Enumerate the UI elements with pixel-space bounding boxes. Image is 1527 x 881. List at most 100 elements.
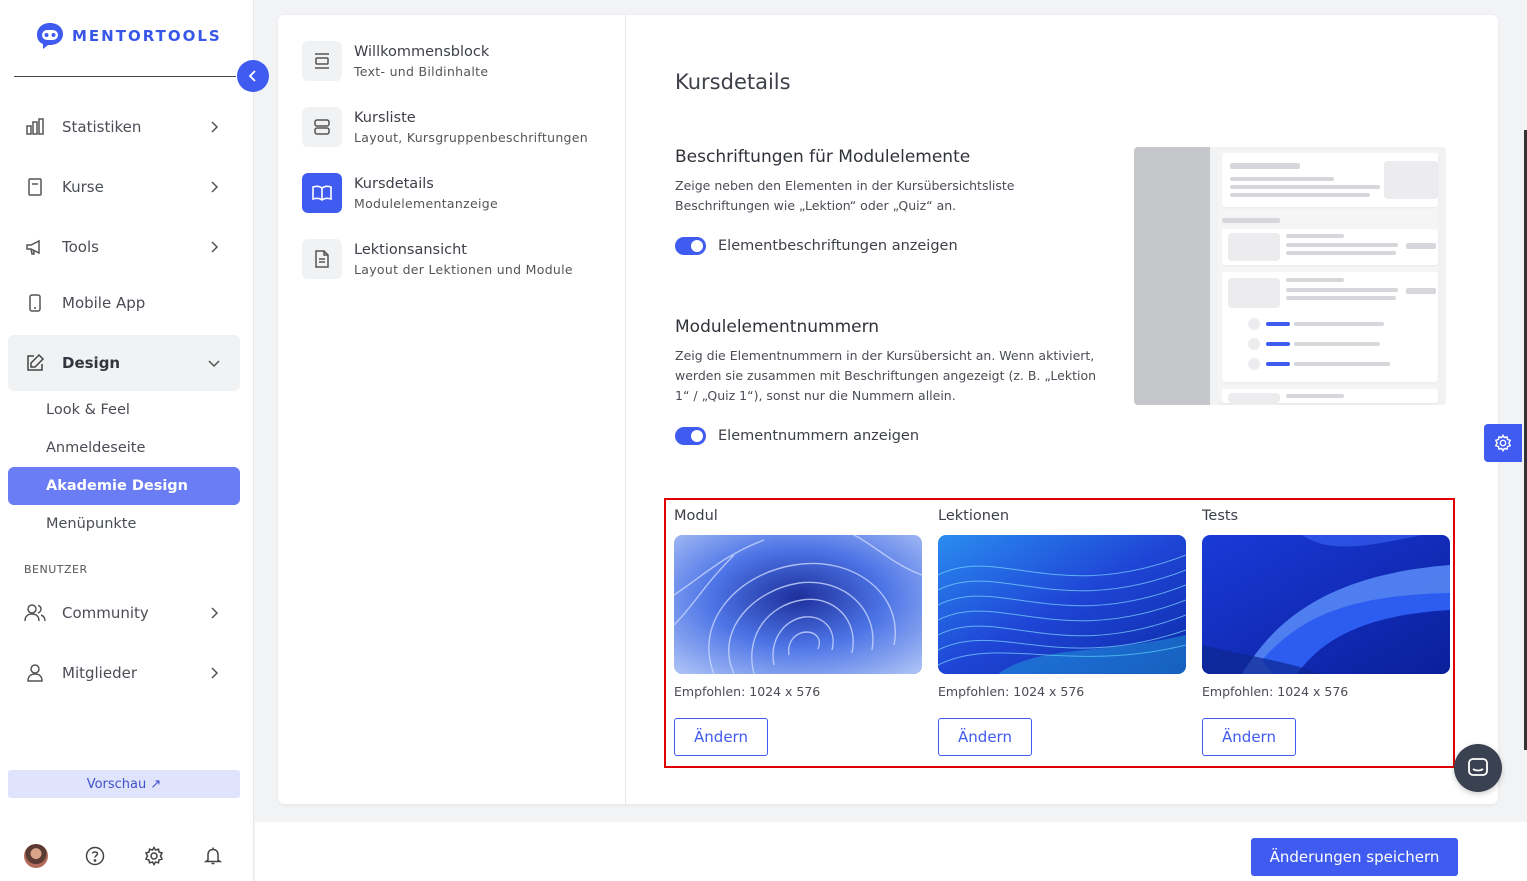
- settings-nav: Willkommensblock Text- und Bildinhalte K…: [278, 15, 626, 804]
- settings-nav-subtitle: Layout, Kursgruppenbeschriftungen: [354, 129, 588, 145]
- gear-icon[interactable]: [142, 844, 166, 868]
- open-book-icon: [302, 173, 342, 213]
- logo[interactable]: MENTORTOOLS: [34, 20, 222, 52]
- avatar-image: [24, 844, 48, 868]
- toggle-label: Elementbeschriftungen anzeigen: [718, 238, 958, 254]
- labels-toggle[interactable]: Elementbeschriftungen anzeigen: [675, 237, 958, 255]
- sidebar-item-community[interactable]: Community: [8, 585, 240, 641]
- footer-bar: Änderungen speichern: [255, 822, 1527, 881]
- recommended-size: Empfohlen: 1024 x 576: [674, 684, 821, 699]
- sidebar-item-label: Tools: [62, 238, 99, 256]
- settings-nav-text: Willkommensblock Text- und Bildinhalte: [354, 44, 489, 79]
- users-icon: [24, 602, 46, 624]
- divider: [14, 76, 236, 77]
- image-slot-label: Lektionen: [938, 508, 1010, 524]
- change-modul-image-button[interactable]: Ändern: [674, 718, 768, 756]
- sidebar-item-label: Mobile App: [62, 294, 146, 312]
- settings-nav-subtitle: Text- und Bildinhalte: [354, 63, 489, 79]
- cover-images-section: Modul Empfohlen: 1024 x 576 Ändern Lekti…: [664, 498, 1455, 768]
- settings-nav-title: Willkommensblock: [354, 43, 490, 60]
- user-icon: [24, 662, 46, 684]
- sidebar-item-label: Mitglieder: [62, 664, 137, 682]
- recommended-size: Empfohlen: 1024 x 576: [1202, 684, 1349, 699]
- sidebar-subitem-look-feel[interactable]: Look & Feel: [8, 391, 240, 429]
- sidebar-item-label: Community: [62, 604, 149, 622]
- modul-cover-image: [674, 535, 922, 674]
- help-icon[interactable]: [83, 844, 107, 868]
- sidebar-footer: [24, 844, 260, 868]
- chevron-right-icon: [211, 241, 219, 253]
- sidebar-subitem-menuepunkte[interactable]: Menüpunkte: [8, 505, 240, 543]
- lektionen-cover-image: [938, 535, 1186, 674]
- recommended-size: Empfohlen: 1024 x 576: [938, 684, 1085, 699]
- change-lektionen-image-button[interactable]: Ändern: [938, 718, 1032, 756]
- phone-icon: [24, 292, 46, 314]
- list-layout-icon: [302, 107, 342, 147]
- layout-block-icon: [302, 41, 342, 81]
- chevron-left-icon: [248, 70, 256, 82]
- edit-icon: [24, 352, 46, 374]
- illustration-header-card: [1222, 153, 1438, 207]
- bar-chart-icon: [24, 116, 46, 138]
- labels-heading: Beschriftungen für Modulelemente: [675, 147, 971, 167]
- toggle-switch[interactable]: [675, 237, 706, 255]
- page-title: Kursdetails: [675, 70, 791, 94]
- sidebar-item-design[interactable]: Design: [8, 335, 240, 391]
- sidebar-subitem-akademie-design[interactable]: Akademie Design: [8, 467, 240, 505]
- document-icon: [302, 239, 342, 279]
- collapse-sidebar-button[interactable]: [237, 60, 269, 92]
- sidebar-item-tools[interactable]: Tools: [8, 219, 240, 275]
- save-changes-button[interactable]: Änderungen speichern: [1251, 838, 1458, 876]
- robot-logo-icon: [37, 23, 63, 49]
- avatar[interactable]: [24, 844, 48, 868]
- image-slot-label: Tests: [1202, 508, 1239, 524]
- numbers-heading: Modulelementnummern: [675, 317, 880, 337]
- sidebar: MENTORTOOLS Statistiken Kurse Tools Mobi…: [0, 0, 254, 881]
- settings-nav-text: Lektionsansicht Layout der Lektionen und…: [354, 242, 573, 277]
- chat-launcher-button[interactable]: [1454, 744, 1502, 792]
- chevron-right-icon: [211, 181, 219, 193]
- settings-nav-subtitle: Modulelementanzeige: [354, 195, 498, 211]
- illustration-bottom-card: [1222, 389, 1438, 403]
- settings-nav-text: Kursliste Layout, Kursgruppenbeschriftun…: [354, 110, 588, 145]
- sidebar-item-kurse[interactable]: Kurse: [8, 159, 240, 215]
- settings-nav-kursliste[interactable]: Kursliste Layout, Kursgruppenbeschriftun…: [302, 101, 612, 153]
- tests-cover-image: [1202, 535, 1450, 674]
- sidebar-item-mitglieder[interactable]: Mitglieder: [8, 645, 240, 701]
- settings-nav-subtitle: Layout der Lektionen und Module: [354, 261, 573, 277]
- chevron-down-icon: [208, 360, 220, 368]
- chevron-right-icon: [211, 121, 219, 133]
- illustration-row-card: [1222, 229, 1438, 265]
- settings-nav-text: Kursdetails Modulelementanzeige: [354, 176, 498, 211]
- settings-nav-lektionsansicht[interactable]: Lektionsansicht Layout der Lektionen und…: [302, 233, 612, 285]
- settings-nav-kursdetails[interactable]: Kursdetails Modulelementanzeige: [302, 167, 612, 219]
- content-panel: Kursdetails Beschriftungen für Modulelem…: [626, 15, 1498, 804]
- course-details-preview-illustration: [1134, 147, 1446, 405]
- settings-nav-willkommensblock[interactable]: Willkommensblock Text- und Bildinhalte: [302, 35, 612, 87]
- sidebar-item-statistiken[interactable]: Statistiken: [8, 99, 240, 155]
- settings-nav-title: Kursliste: [354, 109, 416, 126]
- change-tests-image-button[interactable]: Ändern: [1202, 718, 1296, 756]
- main-card: Willkommensblock Text- und Bildinhalte K…: [278, 15, 1498, 804]
- preview-button[interactable]: Vorschau ↗: [8, 770, 240, 798]
- sidebar-item-mobile-app[interactable]: Mobile App: [8, 275, 240, 331]
- sidebar-subitem-anmeldeseite[interactable]: Anmeldeseite: [8, 429, 240, 467]
- numbers-toggle[interactable]: Elementnummern anzeigen: [675, 427, 919, 445]
- chat-icon: [1468, 758, 1488, 776]
- image-slot-label: Modul: [674, 508, 718, 524]
- section-label-benutzer: BENUTZER: [24, 563, 88, 576]
- numbers-description: Zeig die Elementnummern in der Kursübers…: [675, 348, 1097, 403]
- sidebar-item-label: Statistiken: [62, 118, 142, 136]
- toggle-label: Elementnummern anzeigen: [718, 428, 920, 444]
- bell-icon[interactable]: [201, 844, 225, 868]
- book-icon: [24, 176, 46, 198]
- illustration-sidebar: [1134, 147, 1210, 405]
- sidebar-item-label: Design: [62, 354, 121, 372]
- megaphone-icon: [24, 236, 46, 258]
- settings-nav-title: Kursdetails: [354, 175, 434, 192]
- settings-nav-title: Lektionsansicht: [354, 241, 467, 258]
- floating-settings-button[interactable]: [1484, 424, 1522, 462]
- gear-icon: [1494, 434, 1512, 452]
- sidebar-item-label: Kurse: [62, 178, 104, 196]
- toggle-switch[interactable]: [675, 427, 706, 445]
